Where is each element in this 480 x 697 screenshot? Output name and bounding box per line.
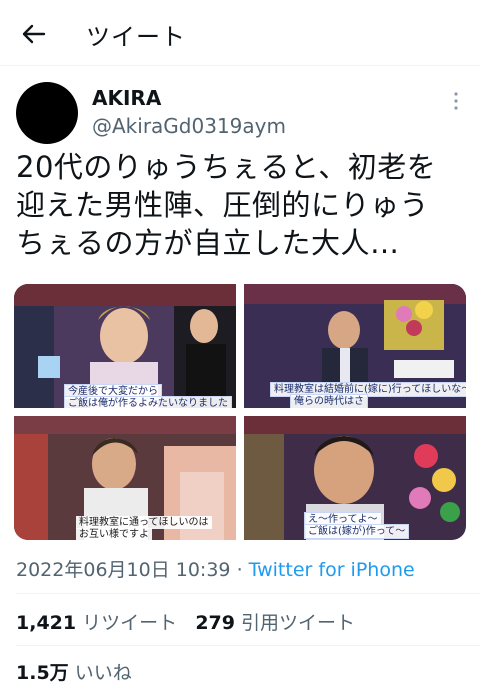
meta-separator: · <box>236 559 243 581</box>
image-caption: ご飯は俺が作るよみたいなりました <box>64 396 232 408</box>
image-caption: ご飯は(嫁が)作って～ <box>304 524 410 539</box>
media-image-3[interactable]: 料理教室に通ってほしいのは お互い様ですよ <box>14 416 236 540</box>
like-stat[interactable]: 1.5万 いいね <box>16 658 132 685</box>
retweet-count: 1,421 <box>16 612 77 634</box>
engagement-stats: 1,421 リツイート 279 引用ツイート <box>16 608 355 635</box>
back-arrow-icon[interactable] <box>18 20 48 48</box>
tweet-text-line: 20代のりゅうちぇると、初老を <box>16 150 437 184</box>
author-handle[interactable]: @AkiraGd0319aym <box>92 114 286 138</box>
quote-stat[interactable]: 279 引用ツイート <box>195 612 355 634</box>
more-options-icon[interactable] <box>449 90 463 112</box>
media-image-4[interactable]: え～作ってよ～ ご飯は(嫁が)作って～ <box>244 416 466 540</box>
like-label: いいね <box>74 662 132 684</box>
avatar[interactable] <box>16 82 78 144</box>
retweet-stat[interactable]: 1,421 リツイート <box>16 612 183 634</box>
image-caption: 俺らの時代はさ <box>290 394 368 408</box>
quote-label: 引用ツイート <box>241 612 356 634</box>
media-image-1[interactable]: 今産後で大変だから ご飯は俺が作るよみたいなりました <box>14 284 236 408</box>
like-count: 1.5万 <box>16 662 69 684</box>
quote-count: 279 <box>195 612 235 634</box>
top-bar: ツイート <box>0 0 480 66</box>
retweet-label: リツイート <box>82 612 178 634</box>
image-caption: お互い様ですよ <box>76 528 152 540</box>
divider <box>16 593 480 594</box>
tweet-text-line: 迎えた男性陣、圧倒的にりゅう <box>16 188 430 222</box>
tweet-text: 20代のりゅうちぇると、初老を 迎えた男性陣、圧倒的にりゅう ちぇるの方が自立し… <box>16 148 476 262</box>
tweet-source-link[interactable]: Twitter for iPhone <box>249 559 415 581</box>
media-grid: 今産後で大変だから ご飯は俺が作るよみたいなりました 料理教室は結婚前に(嫁に)… <box>14 284 466 540</box>
author-name[interactable]: AKIRA <box>92 86 161 110</box>
tweet-timestamp[interactable]: 2022年06月10日 10:39 <box>16 559 231 581</box>
divider <box>16 645 480 646</box>
page-title: ツイート <box>86 23 186 51</box>
tweet-metadata: 2022年06月10日 10:39 · Twitter for iPhone <box>16 555 415 582</box>
media-image-2[interactable]: 料理教室は結婚前に(嫁に)行ってほしいな～ 俺らの時代はさ <box>244 284 466 408</box>
tweet-text-line: ちぇるの方が自立した大人… <box>16 226 400 260</box>
